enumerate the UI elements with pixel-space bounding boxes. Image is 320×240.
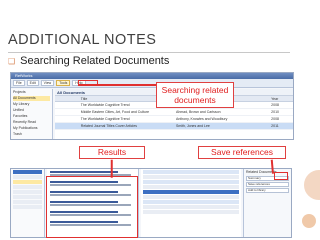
list-item[interactable] bbox=[13, 185, 42, 189]
list-item[interactable] bbox=[143, 180, 239, 184]
result-title bbox=[50, 171, 118, 173]
list-item[interactable] bbox=[143, 200, 239, 204]
nav-item-my-library[interactable]: My Library bbox=[13, 102, 50, 107]
list-item[interactable] bbox=[13, 205, 42, 209]
callout-searching-related: Searching related documents bbox=[156, 82, 234, 108]
title-divider bbox=[8, 52, 290, 53]
table-cell: 2008 bbox=[271, 103, 279, 107]
list-item[interactable] bbox=[143, 195, 239, 199]
slide-title: ADDITIONAL NOTES bbox=[8, 32, 157, 48]
side-panel-add-button[interactable]: Add to library bbox=[246, 188, 289, 193]
table-cell bbox=[55, 116, 79, 122]
list-item[interactable] bbox=[143, 205, 239, 209]
results-main bbox=[141, 169, 241, 237]
table-cell: Ahmad, Brown and Carlsson bbox=[175, 110, 221, 114]
table-row[interactable]: The Worldwide Cognitive Trend Anthony, K… bbox=[55, 116, 293, 123]
table-cell bbox=[55, 109, 79, 115]
list-item[interactable] bbox=[13, 170, 42, 174]
nav-item-unfiled[interactable]: Unfiled bbox=[13, 108, 50, 113]
callout-arrow bbox=[111, 159, 113, 178]
table-row[interactable]: Middle Eastern Cities, Art, Food and Cul… bbox=[55, 109, 293, 116]
callout-arrow bbox=[271, 159, 274, 174]
window-title: RefWorks bbox=[15, 73, 33, 78]
table-row-selected[interactable]: Related Journal Titles Cover Articles Sm… bbox=[55, 123, 293, 130]
list-item[interactable] bbox=[143, 210, 239, 214]
nav-item-all-documents[interactable]: All Documents bbox=[13, 96, 50, 101]
nav-item-recently-read[interactable]: Recently Read bbox=[13, 120, 50, 125]
decorative-dot bbox=[302, 214, 316, 228]
table-cell: 2011 bbox=[271, 124, 279, 128]
bullet-item: ❑ Searching Related Documents bbox=[8, 55, 169, 67]
table-cell: 2008 bbox=[271, 117, 279, 121]
table-cell: The Worldwide Cognitive Trend bbox=[80, 117, 130, 121]
list-item[interactable] bbox=[143, 185, 239, 189]
table-cell: Related Journal Titles Cover Articles bbox=[80, 124, 138, 128]
grid-header-cell[interactable] bbox=[55, 96, 79, 101]
ribbon-tab-view[interactable]: View bbox=[40, 80, 55, 86]
list-item[interactable] bbox=[143, 170, 239, 174]
nav-item-trash[interactable]: Trash bbox=[13, 132, 50, 137]
list-item[interactable] bbox=[13, 190, 42, 194]
highlight-save-button bbox=[274, 172, 288, 180]
table-cell bbox=[55, 123, 79, 129]
callout-results: Results bbox=[79, 146, 145, 159]
bullet-text: Searching Related Documents bbox=[20, 55, 170, 67]
table-cell: Anthony, Knowles and Woodbury bbox=[175, 117, 228, 121]
nav-item-projects[interactable]: Projects bbox=[13, 90, 50, 95]
table-cell: Smith, Jones and Lee bbox=[175, 124, 210, 128]
results-left-pane bbox=[11, 169, 45, 237]
ribbon-tab-file[interactable]: File bbox=[13, 80, 25, 86]
ribbon-tab-edit[interactable]: Edit bbox=[26, 80, 39, 86]
list-item[interactable] bbox=[143, 190, 239, 194]
list-item[interactable] bbox=[13, 195, 42, 199]
highlight-results-list bbox=[46, 176, 138, 238]
screenshot-related-search: RefWorks File Edit View Tools Help Proje… bbox=[10, 72, 294, 140]
grid-header-cell[interactable]: Year bbox=[269, 96, 293, 101]
decorative-circle bbox=[302, 168, 320, 202]
left-navigation-pane: Projects All Documents My Library Unfile… bbox=[11, 89, 53, 139]
list-item[interactable] bbox=[13, 180, 42, 184]
callout-save-references: Save references bbox=[198, 146, 286, 159]
table-cell: 2010 bbox=[271, 110, 279, 114]
grid-toolbar-title: All Documents bbox=[57, 89, 86, 95]
callout-arrow bbox=[78, 84, 158, 86]
nav-item-favorites[interactable]: Favorites bbox=[13, 114, 50, 119]
nav-item-my-publications[interactable]: My Publications bbox=[13, 126, 50, 131]
table-cell bbox=[55, 102, 79, 108]
list-item[interactable] bbox=[143, 175, 239, 179]
ribbon-tab-tools[interactable]: Tools bbox=[56, 80, 71, 86]
table-cell: Middle Eastern Cities, Art, Food and Cul… bbox=[80, 110, 150, 114]
list-item[interactable] bbox=[13, 200, 42, 204]
side-panel-save-button[interactable]: Save references bbox=[246, 182, 289, 187]
list-item[interactable] bbox=[13, 175, 42, 179]
bullet-marker-icon: ❑ bbox=[8, 56, 16, 66]
